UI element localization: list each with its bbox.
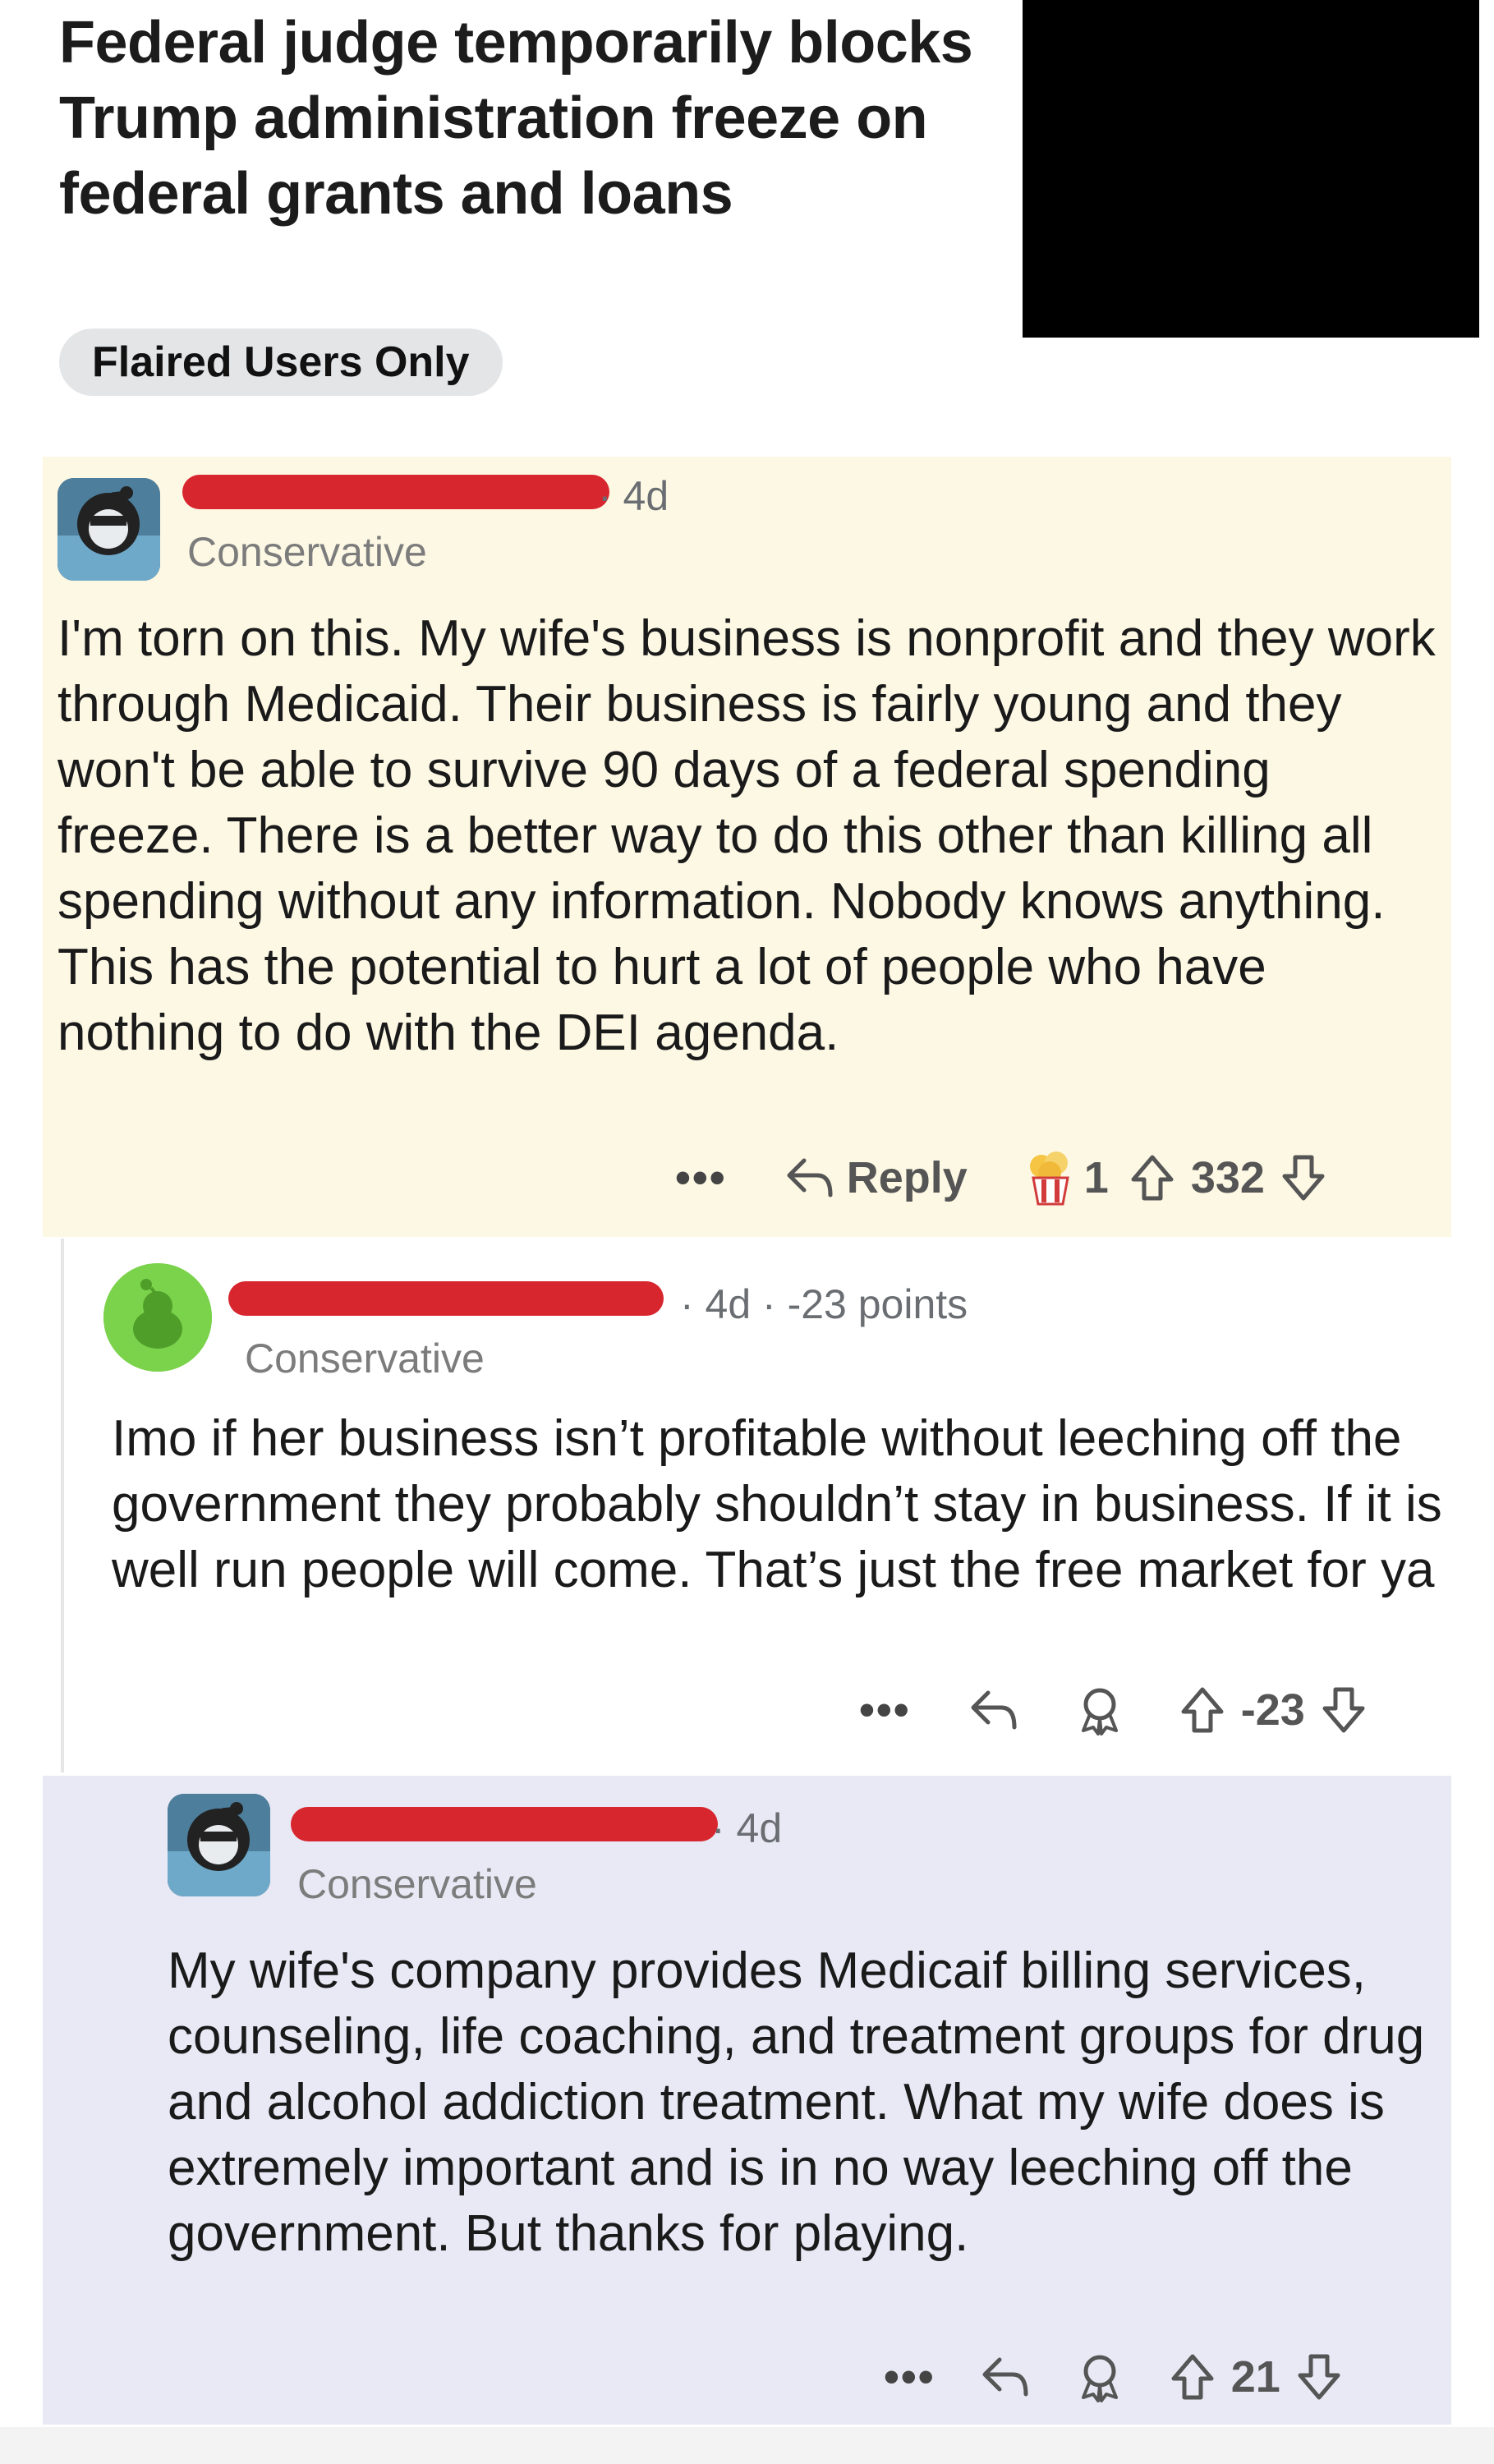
comment-actions: ••• -23 [859, 1677, 1368, 1743]
upvote-icon [1129, 1153, 1176, 1202]
comment-body: My wife's company provides Medicaif bill… [168, 1942, 1425, 2262]
downvote-button[interactable] [1280, 1153, 1327, 1202]
award-count: 1 [1083, 1153, 1109, 1202]
snoo-avatar-icon[interactable] [103, 1263, 212, 1372]
reply-button[interactable] [968, 1688, 1019, 1732]
reply-button[interactable]: Reply [784, 1152, 968, 1203]
score: -23 [1240, 1685, 1305, 1735]
score: 332 [1190, 1153, 1265, 1202]
comment-1: · 4d Conservative I'm torn on this. My w… [43, 457, 1451, 1237]
downvote-button[interactable] [1295, 2352, 1343, 2402]
post-title[interactable]: Federal judge temporarily blocks Trump a… [59, 5, 987, 232]
comment-actions: ••• Reply 1 332 [675, 1145, 1327, 1211]
username-redacted[interactable] [291, 1807, 718, 1841]
comment-2: · 4d · -23 points Conservative Imo if he… [61, 1239, 1455, 1772]
reply-arrow-icon [784, 1156, 835, 1200]
user-flair: Conservative [245, 1335, 485, 1381]
popcorn-award-icon [1025, 1150, 1076, 1206]
username-redacted[interactable] [228, 1281, 664, 1316]
downvote-icon [1280, 1153, 1327, 1202]
user-flair: Conservative [187, 529, 427, 575]
more-options-button[interactable]: ••• [884, 2351, 935, 2402]
username-redacted[interactable] [182, 475, 609, 509]
upvote-icon [1179, 1685, 1226, 1735]
award-icon [1075, 2351, 1124, 2402]
comment-3: · 4d Conservative My wife's company prov… [43, 1776, 1451, 2425]
award-button[interactable] [1075, 1685, 1124, 1735]
robot-avatar-icon[interactable] [57, 478, 160, 581]
bottom-bar [0, 2427, 1494, 2464]
comment-body: I'm torn on this. My wife's business is … [57, 610, 1436, 1061]
downvote-icon [1320, 1685, 1368, 1735]
upvote-icon [1169, 2352, 1216, 2402]
downvote-icon [1295, 2352, 1343, 2402]
comment-age: · 4d · -23 points [680, 1281, 968, 1327]
post-flair-badge[interactable]: Flaired Users Only [59, 329, 503, 396]
more-options-button[interactable]: ••• [859, 1685, 911, 1735]
reply-label: Reply [846, 1153, 968, 1202]
comment-body: Imo if her business isn’t profitable wit… [112, 1410, 1442, 1598]
award-button[interactable]: 1 [1025, 1150, 1109, 1206]
upvote-button[interactable] [1179, 1685, 1226, 1735]
comment-age: · 4d [598, 473, 669, 519]
score: 21 [1230, 2352, 1280, 2402]
user-flair: Conservative [297, 1861, 537, 1907]
comment-actions: ••• 21 [884, 2344, 1343, 2410]
downvote-button[interactable] [1320, 1685, 1368, 1735]
upvote-button[interactable] [1169, 2352, 1216, 2402]
upvote-button[interactable] [1129, 1153, 1176, 1202]
award-button[interactable] [1075, 2351, 1124, 2402]
more-options-button[interactable]: ••• [675, 1152, 727, 1203]
award-icon [1075, 1685, 1124, 1735]
redaction-box [1023, 0, 1479, 338]
robot-avatar-icon[interactable] [168, 1794, 270, 1896]
reply-arrow-icon [980, 2355, 1031, 2399]
reply-arrow-icon [968, 1688, 1019, 1732]
comment-age: · 4d [711, 1805, 783, 1851]
reply-button[interactable] [980, 2355, 1031, 2399]
